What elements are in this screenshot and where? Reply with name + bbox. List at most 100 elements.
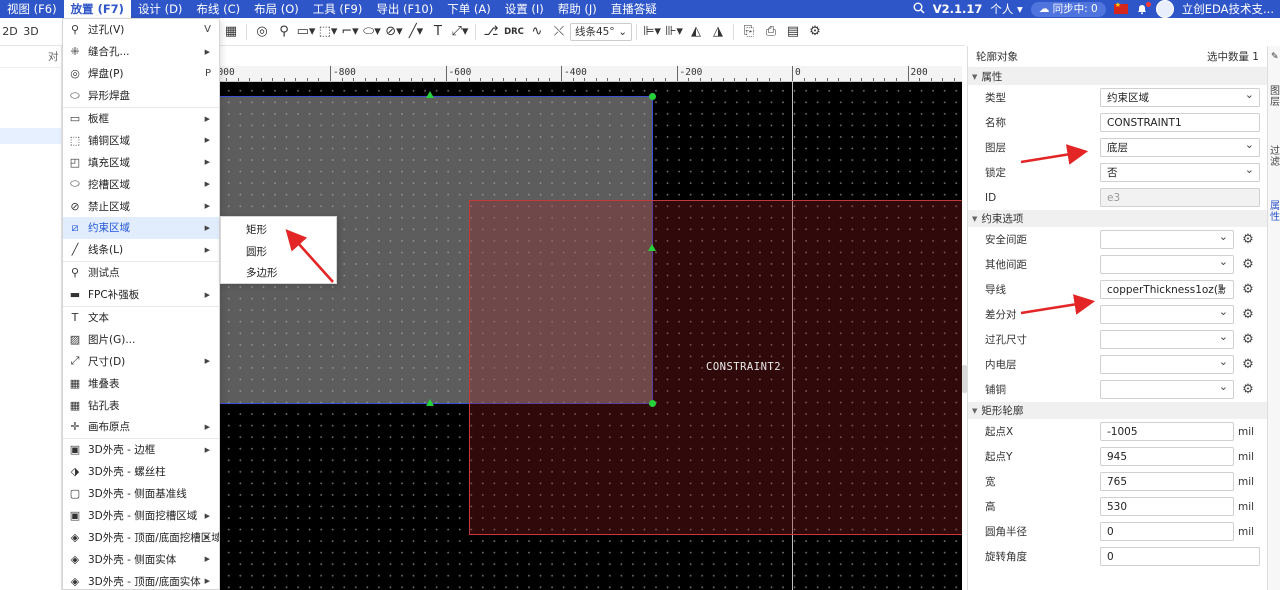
property-select[interactable]: 约束区域 [1100,88,1260,107]
property-select[interactable]: 否 [1100,163,1260,182]
left-panel-selected-row[interactable] [0,128,61,144]
user-mode-select[interactable]: 个人 ▾ [990,1,1022,17]
gear-icon[interactable]: ⚙ [1240,307,1256,323]
menu-item-drill-table[interactable]: ▦ 钻孔表 [63,394,219,416]
menu-item-shell-border[interactable]: ▣ 3D外壳 - 边框 ▶ [63,439,219,461]
menu-item-stackup-table[interactable]: ▦ 堆叠表 [63,372,219,394]
property-select[interactable] [1100,230,1234,249]
distribute-icon[interactable]: ⊪▾ [663,21,685,43]
corner-handle[interactable] [649,93,656,100]
submenu-item-circle[interactable]: 圆形 [221,242,336,264]
gear-icon[interactable]: ⚙ [1240,332,1256,348]
flip-vertical-icon[interactable]: ◮ [707,21,729,43]
menu-item-line[interactable]: ╱ 线条(L) ▶ [63,239,219,261]
gear-icon[interactable]: ⚙ [1240,282,1256,298]
submenu-item-rectangle[interactable]: 矩形 [221,220,336,242]
avatar[interactable] [1155,0,1174,18]
menu-item-shell-screw[interactable]: ⬗ 3D外壳 - 螺丝柱 [63,461,219,483]
resize-handle[interactable] [648,244,656,251]
gear-icon[interactable]: ⚙ [1240,232,1256,248]
pcb-canvas[interactable]: CONSTRAINT2 [220,82,962,590]
menu-route[interactable]: 布线 (C) [189,0,247,18]
menu-tools[interactable]: 工具 (F9) [306,0,370,18]
rect-tool-icon[interactable]: ▭▾ [295,21,317,43]
menu-item-canvas-origin[interactable]: ✛ 画布原点 ▶ [63,416,219,438]
prohibit-tool-icon[interactable]: ⊘▾ [383,21,405,43]
menu-export[interactable]: 导出 (F10) [369,0,440,18]
menu-live-qa[interactable]: 直播答疑 [604,0,664,18]
diff-pair-icon[interactable]: ∿ [526,21,548,43]
export-icon[interactable]: ⎙ [760,21,782,43]
property-input[interactable]: CONSTRAINT1 [1100,113,1260,132]
measure-tool-icon[interactable]: ⤢▾ [449,21,471,43]
menu-item-copper-pour[interactable]: ⬚ 铺铜区域 ▶ [63,129,219,151]
menu-view[interactable]: 视图 (F6) [0,0,64,18]
property-select[interactable] [1100,330,1234,349]
menu-item-stitch-via[interactable]: ⁜ 缝合孔... ▶ [63,41,219,63]
ellipse-tool-icon[interactable]: ⬭▾ [361,21,383,43]
menu-item-shell-side-line[interactable]: ▢ 3D外壳 - 侧面基准线 [63,483,219,505]
property-select[interactable]: copperThickness1oz(默认) [1100,280,1234,299]
property-select[interactable] [1100,355,1234,374]
property-select[interactable]: 底层 [1100,138,1260,157]
menu-order[interactable]: 下单 (A) [440,0,498,18]
drc-button[interactable]: DRC [502,21,526,43]
menu-place[interactable]: 放置 (F7) [63,0,131,18]
pin-icon[interactable]: ✎ [1271,52,1279,62]
import-icon[interactable]: ⎘ [738,21,760,43]
section-header[interactable]: ▼ 约束选项 [968,210,1267,227]
notification-bell-icon[interactable] [1136,2,1151,15]
region-tool-icon[interactable]: ⬚▾ [317,21,339,43]
menu-item-slot-region[interactable]: ⬭ 挖槽区域 ▶ [63,173,219,195]
fanout-icon[interactable]: ⤬ [548,21,570,43]
submenu-item-polygon[interactable]: 多边形 [221,263,336,285]
resize-handle[interactable] [426,399,434,406]
menu-item-shell-top-slot[interactable]: ◈ 3D外壳 - 顶面/底面挖槽区域 ▶ [63,526,219,548]
text-tool-icon[interactable]: T [427,21,449,43]
gear-icon[interactable]: ⚙ [1240,382,1256,398]
section-header[interactable]: ▼ 矩形轮廓 [968,402,1267,419]
gear-icon[interactable]: ⚙ [1240,357,1256,373]
view-2d-button[interactable]: 2D [0,21,20,43]
property-select[interactable] [1100,380,1234,399]
menu-item-constraint-region[interactable]: ⧄ 约束区域 ▶ [63,217,219,239]
route-icon[interactable]: ⎇ [480,21,502,43]
tab-layers[interactable]: 图层 [1270,86,1280,108]
menu-item-keepout[interactable]: ⊘ 禁止区域 ▶ [63,195,219,217]
menu-design[interactable]: 设计 (D) [131,0,189,18]
menu-item-image[interactable]: ▨ 图片(G)... [63,328,219,350]
tab-properties[interactable]: 属性 [1270,201,1280,223]
menu-item-via[interactable]: ⚲ 过孔(V) V [63,19,219,41]
property-input[interactable]: 945 [1100,447,1234,466]
menu-item-dimension[interactable]: ⤢ 尺寸(D) ▶ [63,350,219,372]
align-icon[interactable]: ⊫▾ [641,21,663,43]
pin-tool-icon[interactable]: ⚲ [273,21,295,43]
line-tool-icon[interactable]: ╱▾ [405,21,427,43]
property-input[interactable]: 0 [1100,522,1234,541]
sync-status[interactable]: ☁ 同步中: 0 [1030,1,1106,17]
menu-item-custom-pad[interactable]: ⬭ 异形焊盘 [63,85,219,107]
menu-settings[interactable]: 设置 (I) [498,0,551,18]
corner-handle[interactable] [649,400,656,407]
resize-handle[interactable] [426,91,434,98]
menu-item-shell-side-slot[interactable]: ▣ 3D外壳 - 侧面挖槽区域 ▶ [63,505,219,527]
tab-filter[interactable]: 过滤 [1270,146,1280,168]
search-icon[interactable] [913,2,925,17]
view-3d-button[interactable]: 3D [20,21,42,43]
menu-item-shell-top-solid[interactable]: ◈ 3D外壳 - 顶面/底面实体 ▶ [63,570,219,589]
menu-item-text[interactable]: T 文本 [63,307,219,329]
menu-item-board-outline[interactable]: ▭ 板框 ▶ [63,108,219,130]
table-icon[interactable]: ▦ [220,21,242,43]
flip-horizontal-icon[interactable]: ◭ [685,21,707,43]
bom-icon[interactable]: ▤ [782,21,804,43]
menu-item-fill-region[interactable]: ◰ 填充区域 ▶ [63,151,219,173]
property-input[interactable]: 0 [1100,547,1260,566]
menu-layout[interactable]: 布局 (O) [247,0,306,18]
via-tool-icon[interactable]: ◎ [251,21,273,43]
section-header[interactable]: ▼ 属性 [968,68,1267,85]
property-input[interactable]: -1005 [1100,422,1234,441]
line-mode-select[interactable]: 线条45° ⌄ [570,22,632,41]
polyline-tool-icon[interactable]: ⌐▾ [339,21,361,43]
property-select[interactable] [1100,255,1234,274]
property-input[interactable]: 530 [1100,497,1234,516]
